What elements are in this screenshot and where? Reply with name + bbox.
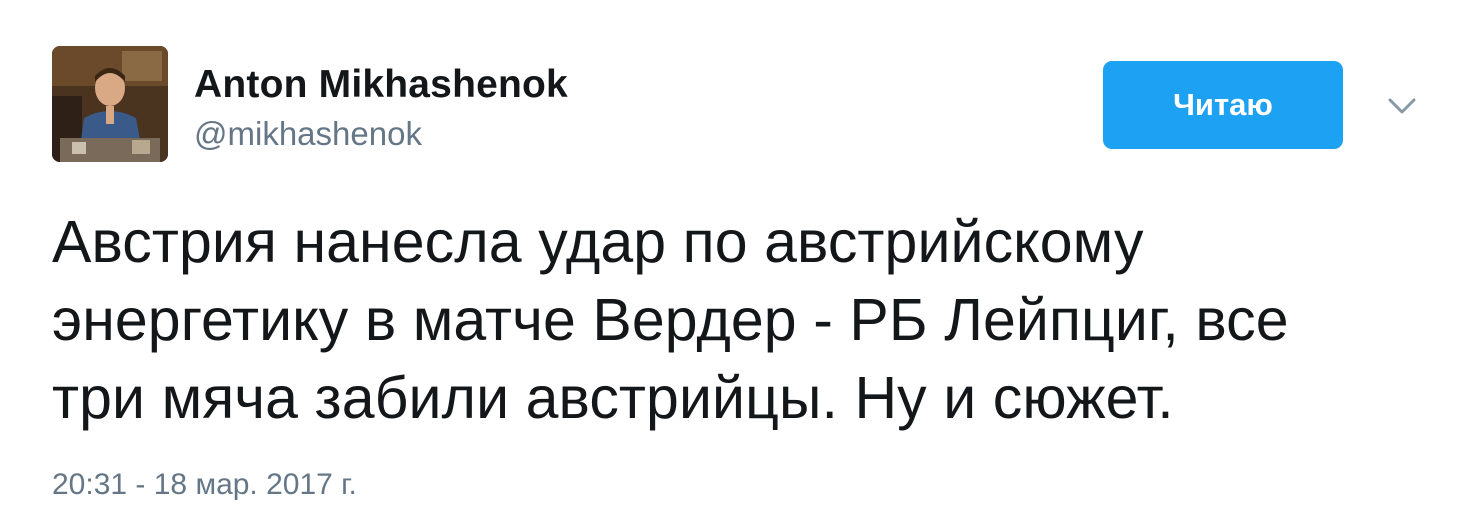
chevron-down-glyph [1388,98,1416,114]
user-display-name[interactable]: Anton Mikhashenok [194,63,568,107]
tweet-timestamp[interactable]: 20:31 - 18 мар. 2017 г. [52,468,357,502]
chevron-down-icon[interactable] [1384,88,1420,124]
follow-button[interactable]: Читаю [1103,61,1343,149]
avatar-photo [52,46,168,162]
user-handle[interactable]: @mikhashenok [194,115,422,153]
tweet-text: Австрия нанесла удар по австрийскому эне… [52,209,1289,431]
avatar[interactable] [52,46,168,162]
tweet-card: Anton Mikhashenok @mikhashenok Читаю Авс… [0,0,1460,523]
